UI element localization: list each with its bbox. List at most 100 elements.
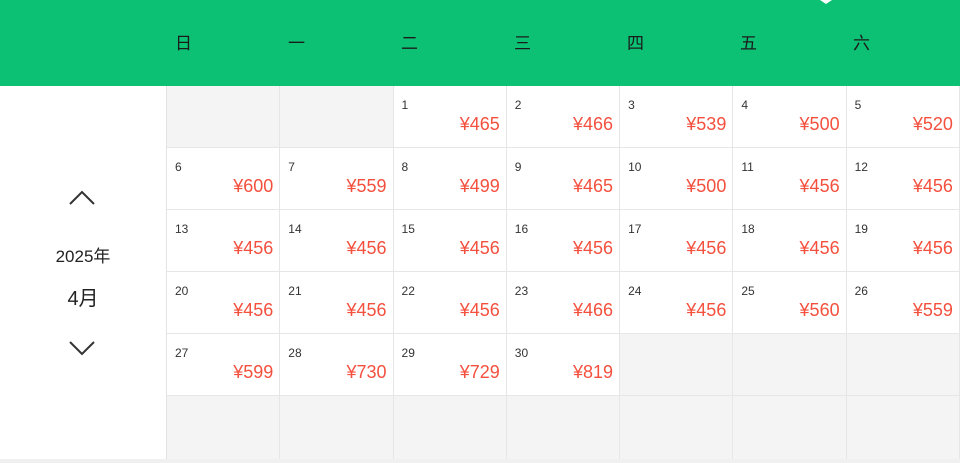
day-number: 15 [401,222,415,236]
weekday-tue: 二 [401,34,418,53]
empty-day-cell [167,396,281,460]
day-price: ¥500 [799,114,840,134]
day-cell[interactable]: 10 ¥500 [620,148,734,210]
day-cell[interactable]: 3 ¥539 [620,86,734,148]
day-cell[interactable]: 20 ¥456 [167,272,281,334]
day-number: 18 [741,222,755,236]
empty-day-cell [733,396,847,460]
day-number: 20 [175,284,189,298]
day-cell[interactable]: 5 ¥520 [846,86,960,148]
day-price: ¥600 [233,176,274,196]
day-number: 23 [514,284,529,298]
day-price: ¥456 [233,300,274,320]
day-number: 2 [514,98,522,112]
day-number: 13 [175,222,189,236]
day-cell[interactable]: 13 ¥456 [167,210,281,272]
day-price: ¥729 [459,362,500,382]
day-cell[interactable]: 9 ¥465 [506,148,621,210]
day-cell[interactable]: 17 ¥456 [620,210,734,272]
day-cell[interactable]: 18 ¥456 [733,210,847,272]
day-cell[interactable]: 2 ¥466 [506,86,621,148]
day-price: ¥500 [686,176,727,196]
day-number: 17 [628,222,642,236]
day-cell[interactable]: 14 ¥456 [280,210,394,272]
day-cell[interactable]: 21 ¥456 [280,272,394,334]
month-label: 4月 [67,288,99,310]
day-number: 26 [854,284,868,298]
day-cell[interactable]: 26 ¥559 [846,272,960,334]
empty-day-cell [620,396,734,460]
day-number: 8 [401,160,409,174]
day-cell[interactable]: 6 ¥600 [167,148,281,210]
empty-day-cell [393,396,507,460]
day-number: 6 [175,160,182,174]
day-price: ¥520 [912,114,953,134]
day-cell[interactable]: 25 ¥560 [733,272,847,334]
calendar-grid: 1 ¥465 2 ¥466 3 ¥539 4 ¥500 5 ¥520 6 ¥600 7 ¥559 8 ¥499… [166,86,960,460]
day-cell[interactable]: 24 ¥456 [620,272,734,334]
day-number: 4 [741,98,749,112]
empty-day-cell [846,396,960,460]
day-number: 28 [288,346,302,360]
day-price: ¥456 [346,238,387,258]
day-cell[interactable]: 23 ¥466 [506,272,621,334]
day-cell[interactable]: 22 ¥456 [393,272,507,334]
weekday-sat: 六 [853,34,870,53]
weekday-thu: 四 [627,34,644,53]
day-number: 22 [401,284,415,298]
day-price: ¥560 [799,300,840,320]
year-label: 2025年 [55,247,111,266]
day-cell[interactable]: 27 ¥599 [167,334,281,396]
day-number: 14 [288,222,302,236]
weekday-sun: 日 [175,34,192,53]
day-number: 24 [628,284,642,298]
day-cell[interactable]: 28 ¥730 [280,334,394,396]
day-number: 5 [854,98,862,112]
bottom-divider [0,459,960,463]
weekday-wed: 三 [514,34,531,53]
day-number: 1 [401,98,409,112]
day-price: ¥456 [459,238,500,258]
day-cell[interactable]: 11 ¥456 [733,148,847,210]
day-cell[interactable]: 12 ¥456 [846,148,960,210]
empty-day-cell [506,396,621,460]
empty-day-cell [167,86,281,148]
day-price: ¥456 [459,300,500,320]
day-price: ¥599 [233,362,274,382]
day-price: ¥465 [573,176,614,196]
day-cell[interactable]: 30 ¥819 [506,334,621,396]
day-cell[interactable]: 4 ¥500 [733,86,847,148]
day-cell[interactable]: 15 ¥456 [393,210,507,272]
day-number: 11 [741,160,754,174]
day-number: 12 [854,160,868,174]
day-price: ¥559 [346,176,387,196]
day-price: ¥456 [686,300,727,320]
empty-day-cell [846,334,960,396]
day-price: ¥456 [912,176,953,196]
next-month-button[interactable] [66,336,98,360]
day-price: ¥456 [233,238,274,258]
day-cell[interactable]: 1 ¥465 [393,86,507,148]
day-cell[interactable]: 7 ¥559 [280,148,394,210]
day-number: 21 [288,284,302,298]
day-price: ¥819 [573,362,614,382]
chevron-down-icon [69,341,95,356]
day-cell[interactable]: 16 ¥456 [506,210,621,272]
day-price: ¥456 [799,238,840,258]
day-number: 19 [854,222,868,236]
day-price: ¥466 [573,114,614,134]
day-price: ¥499 [459,176,500,196]
day-price: ¥539 [686,114,727,134]
day-price: ¥456 [686,238,727,258]
weekday-mon: 一 [288,34,305,53]
day-cell[interactable]: 29 ¥729 [393,334,507,396]
month-navigator: 2025年 4月 [0,86,166,460]
day-cell[interactable]: 8 ¥499 [393,148,507,210]
day-number: 27 [175,346,189,360]
day-cell[interactable]: 19 ¥456 [846,210,960,272]
day-number: 25 [741,284,755,298]
empty-day-cell [733,334,847,396]
day-number: 30 [514,346,529,360]
prev-month-button[interactable] [66,186,98,210]
empty-day-cell [280,396,394,460]
